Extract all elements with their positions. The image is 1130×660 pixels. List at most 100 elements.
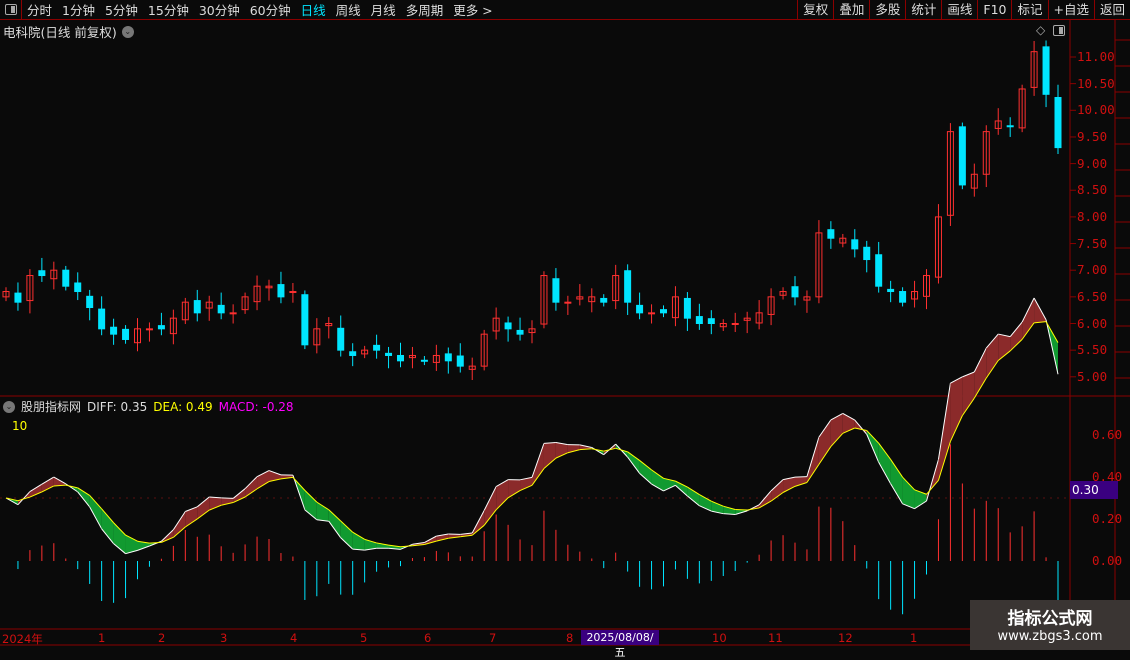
date-tick: 10 [712,631,727,645]
date-tick: 1 [98,631,105,645]
date-tick: 8 [566,631,573,645]
candle [445,354,451,361]
candle [637,305,643,312]
macd-fill [903,477,915,508]
macd-fill [891,459,903,503]
candle [649,313,655,314]
candle [888,289,894,291]
chevron-down-icon[interactable]: ⌄ [3,401,15,413]
date-tick: 12 [838,631,853,645]
date-tick: 4 [290,631,297,645]
diff-line [616,444,628,457]
macd-fill [998,334,1010,360]
candle [505,323,511,329]
watermark-title: 指标公式网 [970,604,1130,629]
candle [864,247,870,259]
price-tick: 6.50 [1077,289,1107,304]
watermark: 指标公式网www.zbgs3.com [970,600,1130,650]
macd-tick: 0.40 [1092,469,1122,484]
candle [123,329,129,339]
candle [1007,126,1013,127]
dea-line [149,542,161,543]
macd-fill [879,443,891,484]
macd-fill [317,502,329,521]
candle [87,296,93,307]
candle [1043,47,1049,94]
macd-fill [102,509,114,544]
candle [146,329,152,330]
macd-fill [353,532,365,550]
macd-fill [974,348,986,398]
price-tick: 8.50 [1077,182,1107,197]
candle [230,313,236,314]
macd-fill [508,480,520,498]
candle [565,302,571,303]
macd-fill [950,377,962,442]
candle [661,310,667,313]
candle [75,283,81,292]
candle [553,279,559,302]
candle [39,271,45,276]
candle [15,293,21,302]
indicator-param: 10 [12,419,27,433]
candle [63,270,69,286]
candle [828,230,834,239]
price-tick: 5.50 [1077,342,1107,357]
macd-tick: 0.20 [1092,511,1122,526]
price-tick: 10.50 [1077,76,1115,91]
macd-fill [90,495,102,528]
macd-fill [819,420,831,464]
watermark-url: www.zbgs3.com [970,629,1130,644]
dea-line [401,546,413,547]
macd-fill [341,521,353,549]
candle [684,298,690,318]
macd-fill [687,487,699,506]
date-tick: 2024年 [2,631,43,647]
candle [99,309,105,329]
macd-value: MACD: -0.28 [219,400,294,414]
macd-fill [915,490,927,509]
candle [290,292,296,293]
dea-value: DEA: 0.49 [153,400,212,414]
candle [421,360,427,361]
macd-tick: 0.60 [1092,427,1122,442]
candle [708,319,714,324]
candle [900,292,906,303]
candle [338,328,344,350]
candle [158,326,164,329]
price-tick: 10.00 [1077,102,1115,117]
dea-line [735,509,747,510]
diff-line [221,498,233,499]
candle [218,305,224,312]
candle [792,287,798,297]
candle [601,298,607,302]
macd-fill [42,477,54,492]
candle [959,127,965,185]
price-tick: 11.00 [1077,49,1115,64]
candle [852,240,858,249]
candle [457,356,463,366]
candle [302,295,308,345]
price-tick: 6.00 [1077,316,1107,331]
date-tick: 3 [220,631,227,645]
date-tick: 1 [910,631,917,645]
date-tick: 6 [424,631,431,645]
diff-value: DIFF: 0.35 [87,400,147,414]
macd-fill [640,460,652,484]
price-tick: 7.00 [1077,262,1107,277]
indicator-name[interactable]: 股朋指标网 [21,398,81,415]
date-tick: 7 [489,631,496,645]
indicator-header: ⌄ 股朋指标网 DIFF: 0.35 DEA: 0.49 MACD: -0.28 [3,398,294,415]
price-tick: 9.00 [1077,156,1107,171]
cursor-date-label: 2025/08/08/五 [581,630,659,645]
candle [386,353,392,355]
price-tick: 7.50 [1077,236,1107,251]
price-tick: 5.00 [1077,369,1107,384]
macd-tick: 0.00 [1092,553,1122,568]
macd-fill [197,497,209,519]
macd-fill [962,372,974,416]
candle [398,355,404,360]
macd-fill [1010,322,1022,351]
date-tick: 11 [768,631,783,645]
chart-svg[interactable] [0,0,1130,650]
